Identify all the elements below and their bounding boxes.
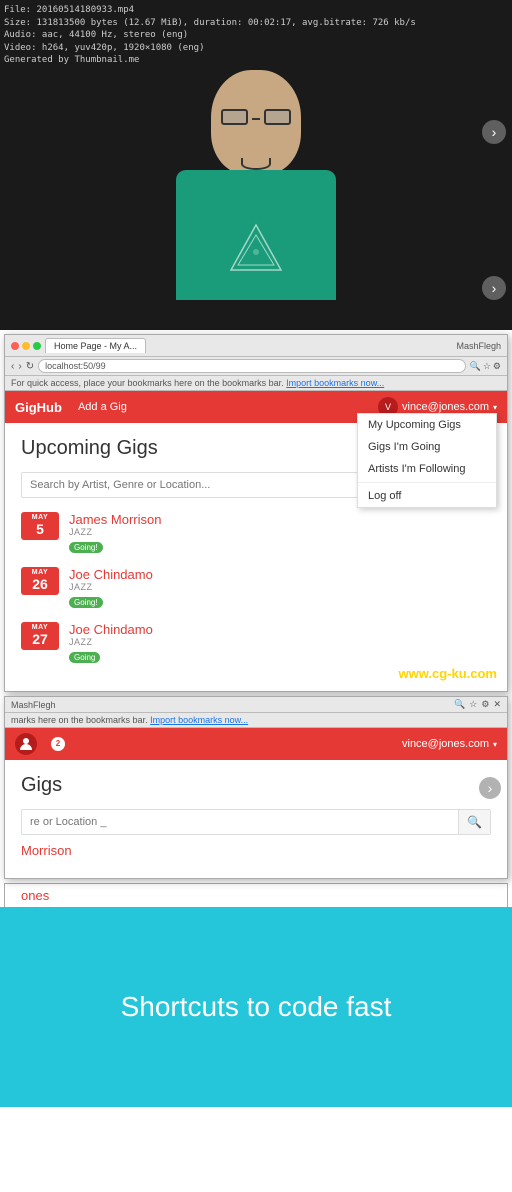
dropdown-my-gigs[interactable]: My Upcoming Gigs <box>358 414 496 436</box>
browser-tab[interactable]: Home Page - My A... <box>45 338 146 353</box>
browser-partial-row: ones <box>4 883 508 907</box>
gig-day: 5 <box>21 521 59 538</box>
gig-month: MAY <box>21 569 59 576</box>
avatar-container: 2 <box>15 733 41 756</box>
browser-toolbar-icons: 🔍 ☆ ⚙ <box>470 361 501 372</box>
video-next-arrow-2[interactable]: › <box>482 276 506 300</box>
gig-item: MAY 27 Joe Chindamo JAZZ Going <box>21 622 491 665</box>
app-navbar: GigHub Add a Gig V vince@jones.com ▾ My … <box>5 391 507 423</box>
video-metadata: File: 20160514180933.mp4 Size: 131813500… <box>4 4 416 67</box>
notification-badge: 2 <box>51 737 65 751</box>
bottom-text: Shortcuts to code fast <box>121 991 392 1023</box>
dropdown-gigs-going[interactable]: Gigs I'm Going <box>358 436 496 458</box>
gig-badge: Going! <box>69 597 103 608</box>
gig-day: 27 <box>21 631 59 648</box>
search-input-2[interactable] <box>22 811 458 833</box>
next-arrow-2[interactable]: › <box>479 777 501 799</box>
gig-badge: Going! <box>69 542 103 553</box>
search-button-2[interactable]: 🔍 <box>458 810 490 834</box>
window-controls <box>11 342 41 350</box>
maximize-button[interactable] <box>33 342 41 350</box>
user-menu-2[interactable]: vince@jones.com ▾ <box>402 738 497 750</box>
gig-item: MAY 26 Joe Chindamo JAZZ Going! <box>21 567 491 610</box>
gig-info: Joe Chindamo JAZZ Going <box>69 622 153 665</box>
gig-name[interactable]: Joe Chindamo <box>69 567 153 582</box>
browser-window-2: MashFlegh 🔍 ☆ ⚙ ✕ marks here on the book… <box>4 696 508 879</box>
gig-genre: JAZZ <box>69 582 153 592</box>
gig-item: MAY 5 James Morrison JAZZ Going! <box>21 512 491 555</box>
search-icon[interactable]: 🔍 <box>470 361 481 372</box>
star-icon[interactable]: ☆ <box>483 361 491 372</box>
reload-button[interactable]: ↻ <box>26 361 34 372</box>
partial-artist-2[interactable]: ones <box>21 888 491 903</box>
nav-add-gig[interactable]: Add a Gig <box>78 401 127 413</box>
app-brand: GigHub <box>15 400 62 415</box>
import-bookmarks-link[interactable]: Import bookmarks now... <box>286 378 384 388</box>
caret-down-icon-2: ▾ <box>493 740 497 749</box>
video-next-arrow[interactable]: › <box>482 120 506 144</box>
close-tab-icon[interactable]: ✕ <box>493 699 501 710</box>
close-button[interactable] <box>11 342 19 350</box>
user-dropdown: My Upcoming Gigs Gigs I'm Going Artists … <box>357 413 497 508</box>
address-bar: ‹ › ↻ localhost:50/99 🔍 ☆ ⚙ <box>5 357 507 376</box>
browser-window-1: Home Page - My A... MashFlegh ‹ › ↻ loca… <box>4 334 508 692</box>
browser-toolbar-2: MashFlegh 🔍 ☆ ⚙ ✕ <box>5 697 507 713</box>
star-icon-2[interactable]: ☆ <box>469 699 477 710</box>
toolbar-label-2: MashFlegh <box>11 700 56 710</box>
gig-date: MAY 5 <box>21 512 59 540</box>
gig-name[interactable]: Joe Chindamo <box>69 622 153 637</box>
bookmarks-bar-2: marks here on the bookmarks bar. Import … <box>5 713 507 728</box>
search-bar-2: 🔍 <box>21 809 491 835</box>
import-bookmarks-link-2[interactable]: Import bookmarks now... <box>150 715 248 725</box>
back-button[interactable]: ‹ <box>11 361 14 372</box>
search-icon-2[interactable]: 🔍 <box>454 699 465 710</box>
settings-icon[interactable]: ⚙ <box>493 361 501 372</box>
minimize-button[interactable] <box>22 342 30 350</box>
artist-name[interactable]: Morrison <box>21 843 491 858</box>
gig-date: MAY 27 <box>21 622 59 650</box>
caret-down-icon: ▾ <box>493 403 497 412</box>
dropdown-logoff[interactable]: Log off <box>358 485 496 507</box>
gig-badge: Going <box>69 652 100 663</box>
gig-genre: JAZZ <box>69 637 153 647</box>
url-input[interactable]: localhost:50/99 <box>38 359 466 373</box>
user-avatar-2 <box>15 733 37 755</box>
second-app-content: Gigs 🔍 Morrison <box>5 760 507 878</box>
settings-icon-2[interactable]: ⚙ <box>481 699 489 710</box>
video-player: File: 20160514180933.mp4 Size: 131813500… <box>0 0 512 330</box>
gig-day: 26 <box>21 576 59 593</box>
gig-info: James Morrison JAZZ Going! <box>69 512 161 555</box>
bookmarks-bar: For quick access, place your bookmarks h… <box>5 376 507 391</box>
gig-genre: JAZZ <box>69 527 161 537</box>
bottom-section: Shortcuts to code fast <box>0 907 512 1107</box>
gig-month: MAY <box>21 514 59 521</box>
toolbar-label: MashFlegh <box>456 341 501 351</box>
gig-info: Joe Chindamo JAZZ Going! <box>69 567 153 610</box>
user-menu[interactable]: vince@jones.com ▾ My Upcoming Gigs Gigs … <box>402 401 497 413</box>
gig-name[interactable]: James Morrison <box>69 512 161 527</box>
gig-date: MAY 26 <box>21 567 59 595</box>
page-title-2: Gigs <box>21 774 491 797</box>
forward-button[interactable]: › <box>18 361 21 372</box>
second-navbar: 2 vince@jones.com ▾ <box>5 728 507 760</box>
browser-chrome: Home Page - My A... MashFlegh <box>5 335 507 357</box>
gig-month: MAY <box>21 624 59 631</box>
dropdown-following[interactable]: Artists I'm Following <box>358 458 496 480</box>
dropdown-divider <box>358 482 496 483</box>
